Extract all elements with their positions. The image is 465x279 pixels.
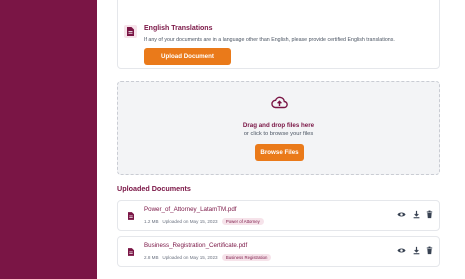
dropzone-title: Drag and drop files here (242, 122, 315, 129)
file-meta: 2.8 MB Uploaded on May 15, 2023 Business… (144, 254, 272, 261)
document-icon (128, 212, 134, 220)
file-date: Uploaded on May 15, 2023 (162, 255, 218, 260)
trash-icon[interactable] (425, 246, 434, 255)
document-icon (124, 25, 137, 38)
eye-icon[interactable] (397, 246, 406, 255)
upload-cloud-icon (271, 96, 288, 109)
file-row: Power_of_Attorney_LatamTM.pdf 1.2 MB Upl… (117, 200, 440, 231)
document-icon (128, 248, 134, 256)
sidebar (0, 0, 97, 279)
translations-title: English Translations (144, 25, 213, 32)
uploaded-documents-heading: Uploaded Documents (117, 184, 191, 193)
file-date: Uploaded on May 15, 2023 (162, 219, 218, 224)
file-size: 2.8 MB (144, 255, 159, 260)
file-size: 1.2 MB (144, 219, 159, 224)
main-content: English Translations If any of your docu… (97, 0, 465, 279)
download-icon[interactable] (412, 210, 421, 219)
file-name: Business_Registration_Certificate.pdf (144, 242, 248, 249)
dropzone-subtitle: or click to browse your files (243, 131, 314, 137)
file-tag-badge: Power of Attorney (221, 218, 264, 225)
file-dropzone[interactable]: Drag and drop files here or click to bro… (117, 81, 440, 175)
file-tag-badge: Business Registration (221, 254, 272, 261)
browse-files-button[interactable]: Browse Files (255, 144, 304, 161)
trash-icon[interactable] (425, 210, 434, 219)
download-icon[interactable] (412, 246, 421, 255)
file-meta: 1.2 MB Uploaded on May 15, 2023 Power of… (144, 218, 264, 225)
file-row: Business_Registration_Certificate.pdf 2.… (117, 236, 440, 267)
translations-description: If any of your documents are in a langua… (144, 37, 395, 43)
upload-document-button[interactable]: Upload Document (144, 48, 231, 65)
eye-icon[interactable] (397, 210, 406, 219)
file-name: Power_of_Attorney_LatamTM.pdf (144, 206, 237, 213)
translations-card: English Translations If any of your docu… (117, 0, 440, 69)
